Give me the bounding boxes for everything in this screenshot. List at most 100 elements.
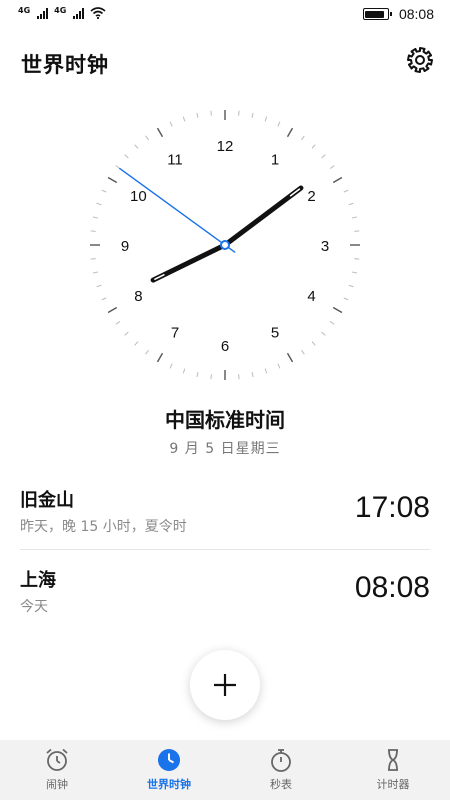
tab-label: 计时器 [376,778,410,791]
clock-minor-tick [90,258,96,260]
clock-minor-tick [90,230,96,232]
clock-minor-tick [101,297,107,301]
clock-minor-tick [115,165,121,169]
bottom-nav: 闹钟 世界时钟 秒表 计时器 [0,740,450,800]
clock-minor-tick [210,374,212,380]
clock-numeral: 11 [167,151,183,168]
clock-minor-tick [301,349,305,355]
battery-icon [362,8,392,20]
clock-minor-tick [264,116,268,122]
clock-minor-tick [277,121,281,127]
clock-numeral: 8 [134,288,142,305]
clock-numeral: 6 [221,338,229,355]
clock-major-tick [286,127,294,138]
clock-minor-tick [238,110,240,116]
status-left: 4G 4G [18,7,106,19]
clock-minor-tick [329,321,335,325]
timer-icon [388,749,398,771]
signal-icon [73,7,85,19]
status-time: 08:08 [398,6,434,22]
city-time: 08:08 [354,571,430,604]
clock-minor-tick [343,297,349,301]
tab-stopwatch[interactable]: 秒表 [236,746,326,800]
tab-label: 闹钟 [46,778,68,791]
clock-minor-tick [145,349,149,355]
tab-timer[interactable]: 计时器 [348,746,438,800]
clock-minor-tick [96,284,102,288]
clock-minor-tick [210,110,212,116]
clock-numeral: 2 [307,188,315,205]
clock-center-pin [220,240,230,250]
clock-major-tick [156,127,164,138]
clock-numeral: 12 [217,138,234,155]
tab-alarm[interactable]: 闹钟 [12,746,102,800]
alarm-icon [46,748,68,771]
clock-minor-tick [96,202,102,206]
plus-icon [214,674,236,696]
settings-button[interactable] [404,44,436,76]
clock-minor-tick [124,154,129,159]
clock-minor-tick [92,271,98,274]
network-type-2: 4G [54,6,67,15]
clock-minor-tick [352,271,358,274]
clock-major-tick [286,352,294,363]
clock-minor-tick [169,121,173,127]
clock-numeral: 1 [271,151,279,168]
app-header: 世界时钟 [0,40,450,84]
city-item-shanghai[interactable]: 上海 今天 08:08 [20,550,430,628]
clock-minor-tick [92,216,98,219]
city-detail: 昨天，晚 15 小时，夏令时 [20,519,187,535]
analog-clock: 121234567891011 [90,110,360,380]
clock-minor-tick [352,216,358,219]
clock-minor-tick [115,321,121,325]
clock-major-tick [107,306,118,314]
clock-minor-tick [182,116,186,122]
tab-label: 世界时钟 [147,778,191,791]
wifi-icon [90,7,106,19]
clock-numeral: 7 [171,325,179,342]
clock-numeral: 9 [121,238,129,255]
city-time: 17:08 [354,491,430,524]
clock-minor-tick [101,189,107,193]
clock-numeral: 3 [321,238,329,255]
clock-numeral: 4 [307,288,315,305]
clock-minor-tick [354,230,360,232]
clock-numeral: 10 [130,188,147,205]
clock-major-tick [332,176,343,184]
clock-minor-tick [348,202,354,206]
clock-minor-tick [343,189,349,193]
clock-major-tick [156,352,164,363]
city-name: 旧金山 [20,490,74,511]
clock-numeral: 5 [271,325,279,342]
clock-minor-tick [321,154,326,159]
tab-world-clock[interactable]: 世界时钟 [124,746,214,800]
world-clock-icon [158,749,180,771]
network-type-1: 4G [18,6,31,15]
add-city-button[interactable] [190,650,260,720]
city-detail: 今天 [20,599,48,615]
status-right: 08:08 [362,6,434,22]
clock-minor-tick [169,363,173,369]
clock-minor-tick [301,135,305,141]
timezone-name: 中国标准时间 [165,408,285,432]
stopwatch-icon [271,749,291,772]
clock-minor-tick [348,284,354,288]
clock-minor-tick [145,135,149,141]
signal-icon [37,7,49,19]
clock-minor-tick [124,331,129,336]
minute-hand [222,185,304,248]
clock-minor-tick [311,341,316,346]
clock-minor-tick [277,363,281,369]
clock-minor-tick [354,258,360,260]
second-hand [119,167,236,253]
clock-minor-tick [329,165,335,169]
clock-minor-tick [238,374,240,380]
timezone-date: 9 月 5 日星期三 [169,441,281,457]
clock-minor-tick [134,341,139,346]
gear-icon [407,47,433,73]
city-item-san-francisco[interactable]: 旧金山 昨天，晚 15 小时，夏令时 17:08 [20,470,430,548]
clock-minor-tick [196,112,199,118]
clock-minor-tick [321,331,326,336]
clock-minor-tick [251,372,254,378]
clock-minor-tick [264,368,268,374]
